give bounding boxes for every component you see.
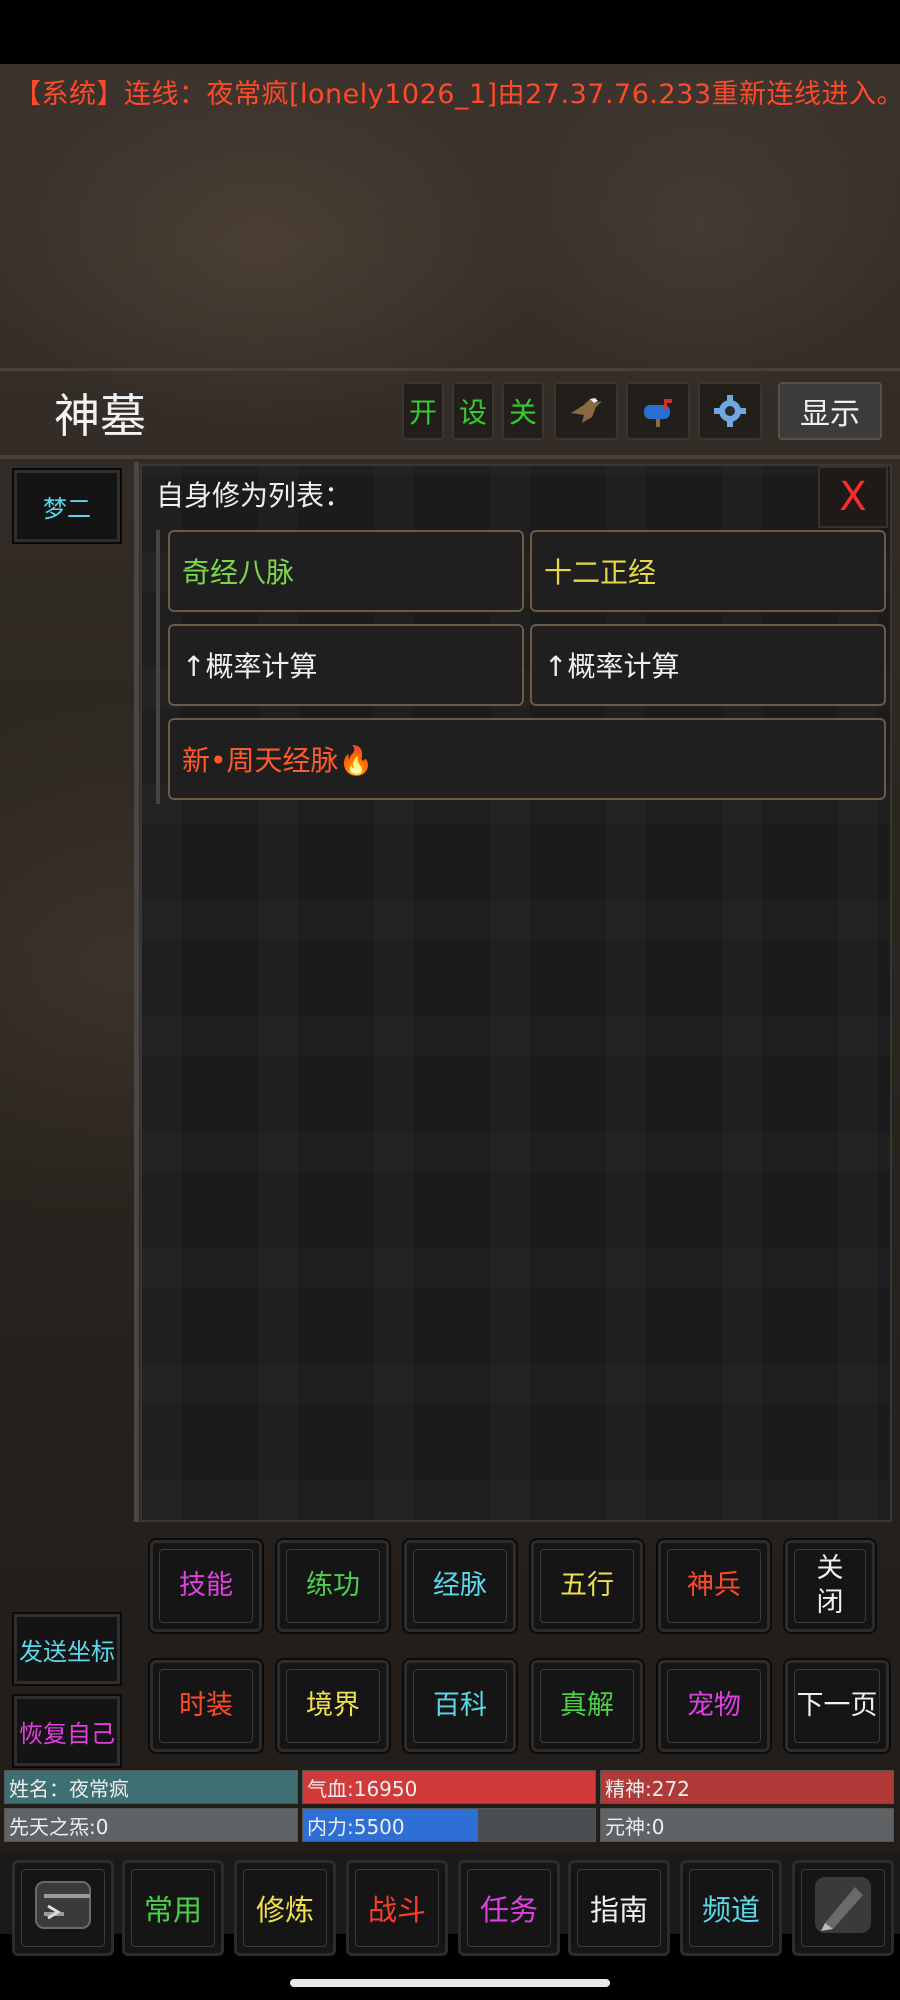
list-rail	[156, 530, 160, 804]
stylus-button[interactable]	[792, 1860, 894, 1956]
close-text-button[interactable]: 关	[502, 382, 544, 440]
settings-text-button[interactable]: 设	[452, 382, 494, 440]
nav-button-label: 修炼	[255, 1893, 314, 1927]
nav-button-3[interactable]: 战斗	[346, 1860, 448, 1956]
action-button-label: 百科	[433, 1690, 487, 1721]
yuanshen-stat: 元神:0	[600, 1808, 894, 1842]
spirit-stat: 精神:272	[600, 1770, 894, 1804]
nav-button-2[interactable]: 修炼	[234, 1860, 336, 1956]
location-title: 神墓	[54, 389, 146, 443]
nav-button-6[interactable]: 频道	[680, 1860, 782, 1956]
action-button-label: 宠物	[687, 1690, 741, 1721]
action-button-label: 练功	[306, 1570, 360, 1601]
list-item-qijing[interactable]: 奇经八脉	[168, 530, 524, 612]
divider	[0, 455, 900, 459]
action-button-label: 下一页	[796, 1690, 878, 1721]
nav-button-label: 常用	[143, 1893, 202, 1927]
action-button-label: 关闭	[816, 1553, 844, 1618]
list-item-label: 十二正经	[544, 556, 657, 589]
cultivation-panel	[140, 464, 892, 1522]
terminal-icon	[34, 1876, 92, 1941]
action-button-label: 时装	[179, 1690, 233, 1721]
panel-title: 自身修为列表：	[156, 479, 353, 512]
stylus-icon	[811, 1873, 875, 1944]
terminal-button[interactable]	[12, 1860, 114, 1956]
name-stat: 姓名：夜常疯	[4, 1770, 298, 1804]
action-button-9[interactable]: 真解	[529, 1658, 645, 1754]
system-message: 【系统】连线：夜常疯[lonely1026_1]由27.37.76.233重新连…	[14, 79, 900, 110]
nav-button-label: 任务	[479, 1893, 538, 1927]
eagle-button[interactable]	[554, 382, 618, 440]
list-item-label: ↑概率计算	[544, 650, 680, 683]
action-button-6[interactable]: 时装	[148, 1658, 264, 1754]
action-button-7[interactable]: 境界	[275, 1658, 391, 1754]
action-button-10[interactable]: 宠物	[656, 1658, 772, 1754]
innate-stat: 先天之炁:0	[4, 1808, 298, 1842]
nav-button-1[interactable]: 常用	[122, 1860, 224, 1956]
settings-button[interactable]	[698, 382, 762, 440]
nav-button-label: 战斗	[367, 1893, 426, 1927]
restore-self-button[interactable]: 恢复自己	[12, 1694, 122, 1768]
action-button-label: 技能	[179, 1570, 233, 1601]
nav-button-4[interactable]: 任务	[458, 1860, 560, 1956]
nav-button-5[interactable]: 指南	[568, 1860, 670, 1956]
list-item-probability-2[interactable]: ↑概率计算	[530, 624, 886, 706]
show-button[interactable]: 显示	[778, 382, 882, 440]
eagle-icon	[571, 398, 602, 423]
open-button[interactable]: 开	[402, 382, 444, 440]
mail-button[interactable]	[626, 382, 690, 440]
gear-icon	[714, 395, 746, 427]
send-coords-button[interactable]: 发送坐标	[12, 1612, 122, 1686]
list-item-zhoutian[interactable]: 新•周天经脉🔥	[168, 718, 886, 800]
target-button[interactable]: 梦二	[12, 468, 122, 544]
action-button-4[interactable]: 神兵	[656, 1538, 772, 1634]
status-bar	[0, 0, 900, 64]
list-item-shier[interactable]: 十二正经	[530, 530, 886, 612]
action-button-label: 境界	[306, 1690, 360, 1721]
action-button-5[interactable]: 关闭	[783, 1538, 877, 1634]
action-button-label: 五行	[560, 1570, 614, 1601]
panel-rail	[134, 462, 139, 1522]
action-button-label: 神兵	[687, 1570, 741, 1601]
action-button-8[interactable]: 百科	[402, 1658, 518, 1754]
list-item-label: 新•周天经脉🔥	[182, 744, 374, 777]
home-indicator[interactable]	[290, 1979, 610, 1987]
mailbox-icon	[644, 399, 672, 427]
list-item-probability-1[interactable]: ↑概率计算	[168, 624, 524, 706]
list-item-label: ↑概率计算	[182, 650, 318, 683]
nav-button-label: 频道	[701, 1893, 760, 1927]
list-item-label: 奇经八脉	[182, 556, 295, 589]
action-button-11[interactable]: 下一页	[783, 1658, 891, 1754]
divider	[0, 368, 900, 371]
hp-stat: 气血:16950	[302, 1770, 596, 1804]
neili-stat: 内力:5500	[302, 1808, 596, 1842]
action-button-label: 经脉	[433, 1570, 487, 1601]
action-button-2[interactable]: 经脉	[402, 1538, 518, 1634]
action-button-0[interactable]: 技能	[148, 1538, 264, 1634]
action-button-label: 真解	[560, 1690, 614, 1721]
panel-close-button[interactable]: X	[818, 466, 888, 528]
nav-button-label: 指南	[589, 1893, 648, 1927]
action-button-1[interactable]: 练功	[275, 1538, 391, 1634]
action-button-3[interactable]: 五行	[529, 1538, 645, 1634]
